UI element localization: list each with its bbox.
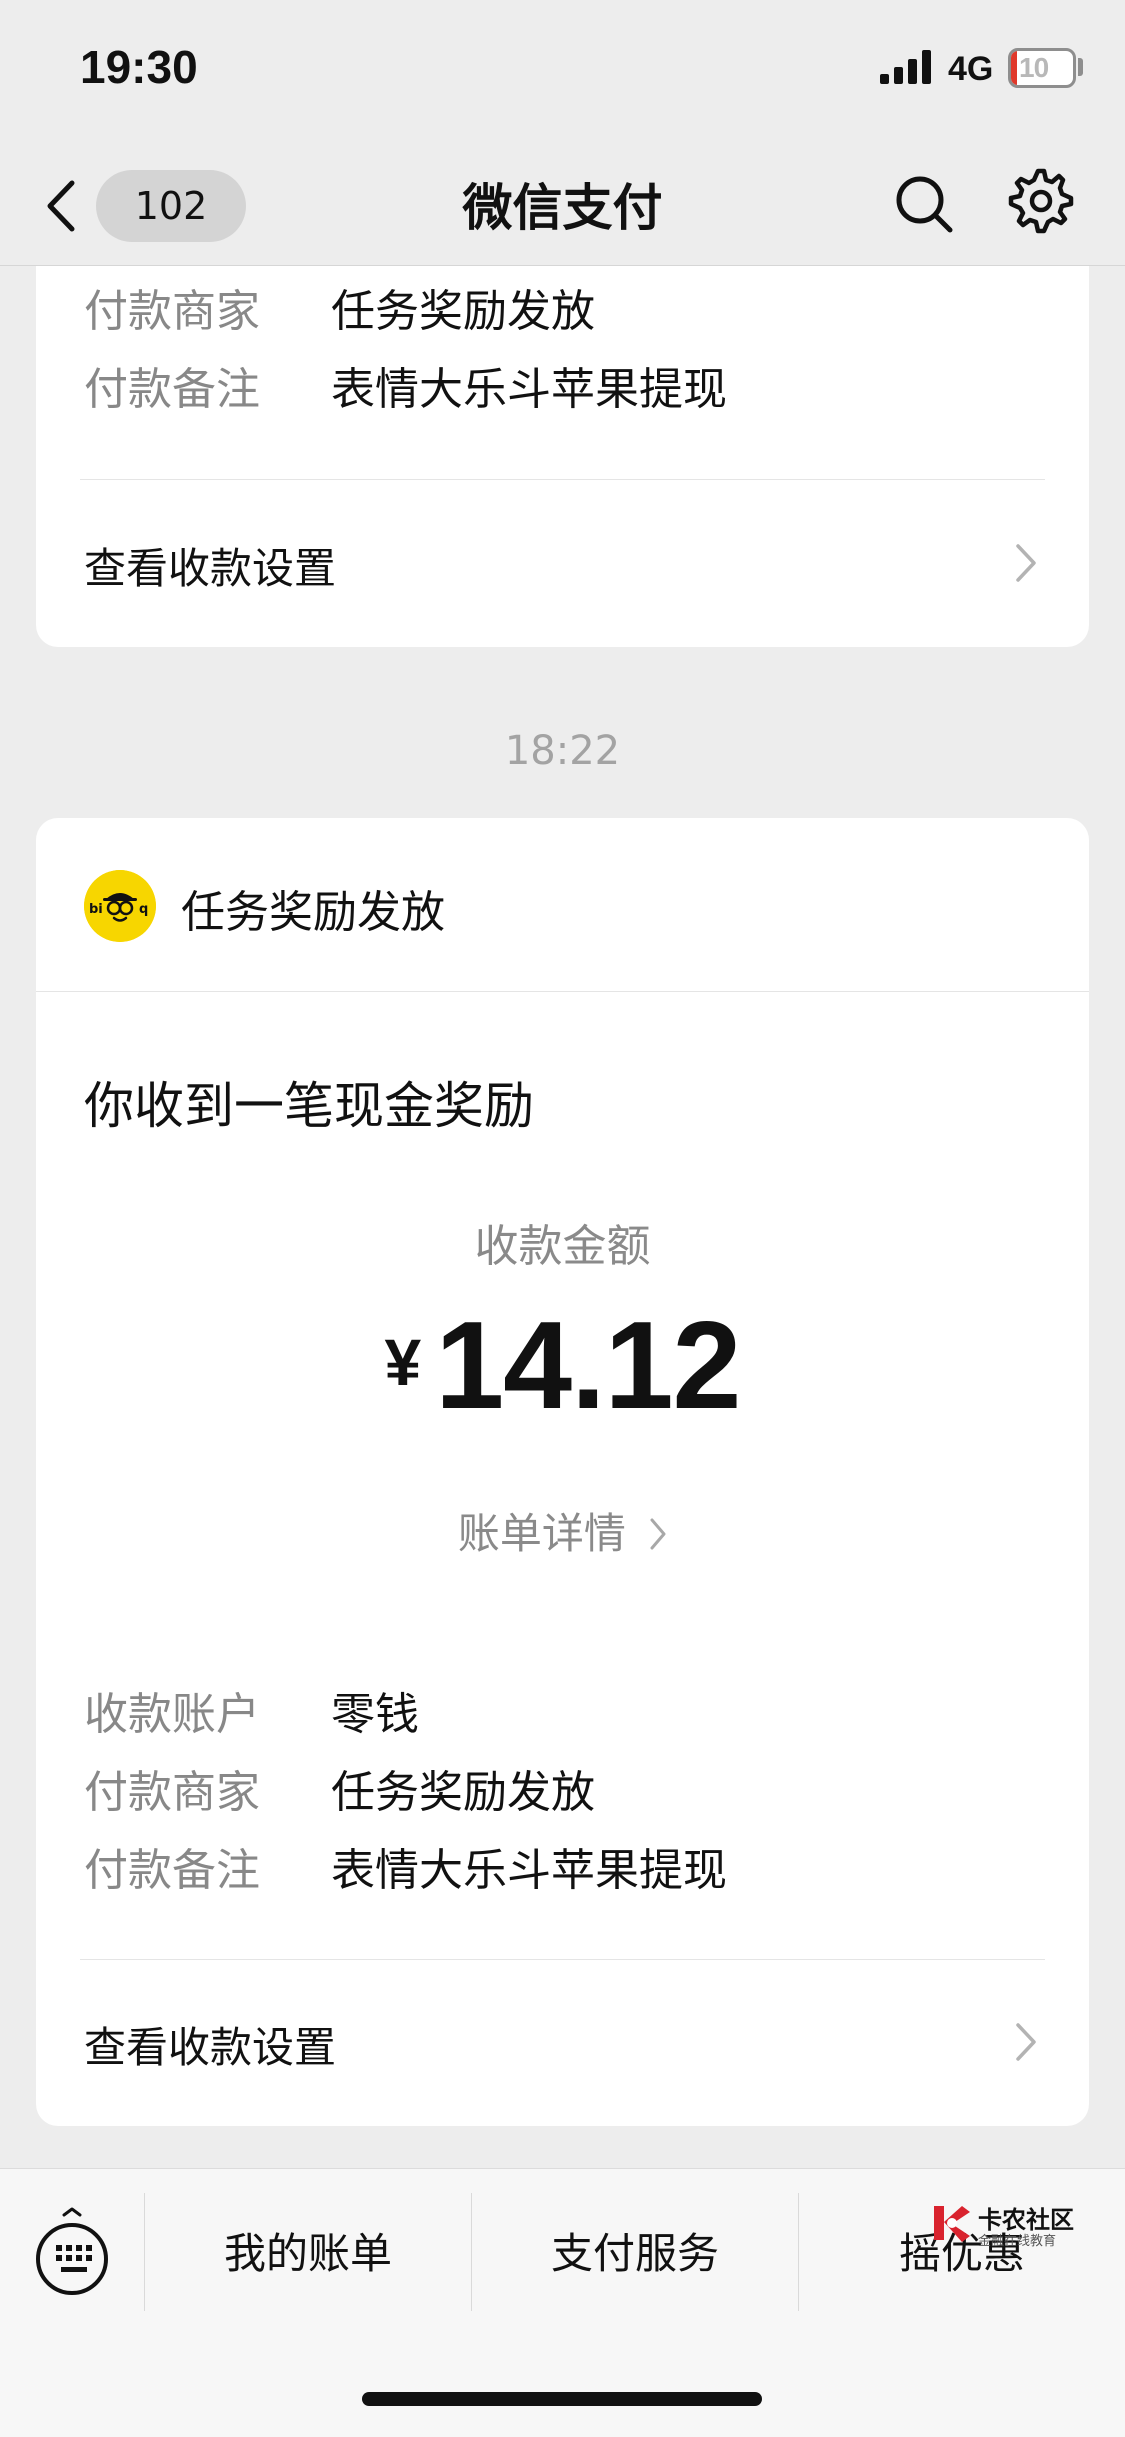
chevron-right-icon	[650, 1518, 666, 1549]
status-bar: 19:30 4G 10	[0, 0, 1125, 140]
detail-value: 零钱	[331, 1689, 419, 1740]
notice-title: 你收到一笔现金奖励	[84, 1077, 534, 1135]
battery-fill	[1011, 51, 1017, 85]
detail-label: 付款备注	[84, 1845, 260, 1896]
payment-notification-card[interactable]: bi q 任务奖励发放 你收到一笔现金奖励 收款金额 ¥14.12 账单详情 收…	[36, 818, 1089, 2126]
signal-icon	[880, 50, 931, 84]
nav-bar: 102 微信支付	[0, 140, 1125, 266]
svg-text:q: q	[139, 902, 148, 917]
currency-symbol: ¥	[384, 1325, 422, 1399]
view-payment-settings-link[interactable]: 查看收款设置	[36, 505, 1089, 625]
detail-label: 付款商家	[84, 286, 260, 337]
gear-icon[interactable]	[1005, 165, 1077, 237]
detail-value: 任务奖励发放	[331, 286, 595, 337]
biaoq-logo-icon: bi q	[84, 870, 156, 942]
network-type: 4G	[948, 50, 994, 88]
keyboard-toggle-button[interactable]	[32, 2207, 112, 2297]
bill-detail-link[interactable]: 账单详情	[36, 1500, 1089, 1561]
bill-detail-label: 账单详情	[457, 1509, 626, 1558]
battery-tip	[1078, 58, 1083, 76]
divider	[80, 1959, 1045, 1960]
settings-link-label: 查看收款设置	[84, 2023, 337, 2072]
divider	[36, 991, 1089, 992]
divider	[80, 479, 1045, 480]
message-timestamp: 18:22	[504, 728, 621, 774]
detail-value: 任务奖励发放	[331, 1767, 595, 1818]
keyboard-icon	[36, 2207, 108, 2295]
amount-value: 14.12	[435, 1297, 741, 1435]
battery-level: 10	[1019, 52, 1049, 83]
chevron-right-icon	[1016, 544, 1036, 582]
detail-value: 表情大乐斗苹果提现	[331, 364, 727, 415]
amount-display: ¥14.12	[36, 1296, 1089, 1436]
detail-label: 付款备注	[84, 364, 260, 415]
kanong-logo-icon	[934, 2206, 970, 2242]
detail-label: 收款账户	[84, 1689, 260, 1740]
status-time: 19:30	[80, 41, 198, 93]
home-indicator[interactable]	[362, 2392, 762, 2406]
menu-payment-services[interactable]: 支付服务	[472, 2209, 798, 2299]
detail-label: 付款商家	[84, 1767, 260, 1818]
settings-link-label: 查看收款设置	[84, 544, 337, 593]
detail-value: 表情大乐斗苹果提现	[331, 1845, 727, 1896]
chevron-right-icon	[1016, 2023, 1036, 2061]
search-icon[interactable]	[890, 170, 960, 240]
menu-my-bills[interactable]: 我的账单	[145, 2209, 471, 2299]
watermark-subtitle: 金融在线教育	[978, 2234, 1057, 2249]
merchant-avatar: bi q	[84, 870, 156, 942]
view-payment-settings-link[interactable]: 查看收款设置	[36, 1984, 1089, 2104]
svg-text:bi: bi	[89, 902, 103, 917]
merchant-name: 任务奖励发放	[181, 887, 445, 938]
battery-icon: 10	[1008, 48, 1076, 88]
amount-label: 收款金额	[474, 1221, 651, 1272]
